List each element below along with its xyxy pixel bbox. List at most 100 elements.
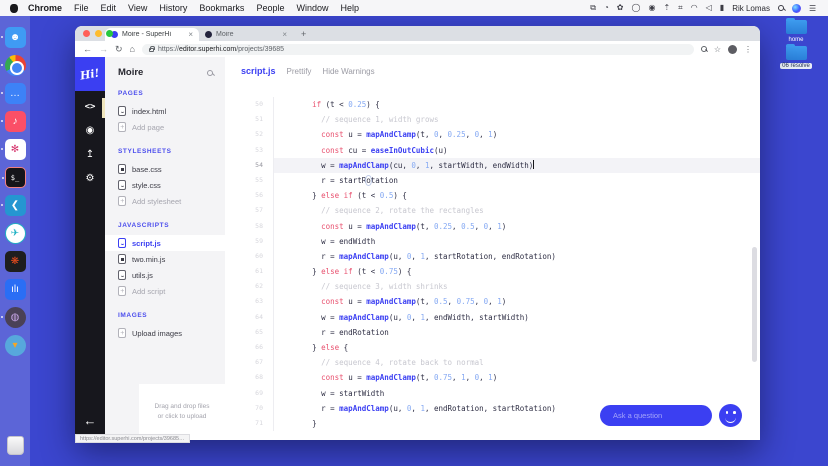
code-text[interactable]: r = startRotation (273, 172, 760, 189)
code-line[interactable]: 51 // sequence 1, width grows (225, 112, 760, 128)
home-button[interactable]: ⌂ (130, 44, 135, 54)
code-text[interactable]: } else { (273, 340, 760, 356)
scrollbar-thumb[interactable] (752, 247, 757, 362)
dock-item-figma[interactable]: ❋ (4, 251, 26, 272)
code-line[interactable]: 68 const u = mapAndClamp(t, 0.75, 1, 0, … (225, 370, 760, 386)
code-text[interactable]: // sequence 4, rotate back to normal (273, 355, 760, 371)
back-button[interactable]: ← (75, 413, 105, 428)
code-line[interactable]: 54 w = mapAndClamp(cu, 0, 1, startWidth,… (225, 157, 760, 173)
file-item[interactable]: two.min.js (118, 251, 225, 267)
menu-item[interactable]: Bookmarks (199, 3, 244, 13)
ask-question-button[interactable]: Ask a question (600, 405, 712, 426)
minimize-window-button[interactable] (94, 30, 102, 37)
folder-icon[interactable] (785, 43, 807, 60)
upload-dropzone[interactable]: Drag and drop files or click to upload (139, 384, 225, 440)
code-text[interactable]: } else if (t < 0.5) { (273, 188, 760, 204)
code-text[interactable]: const u = mapAndClamp(t, 0, 0.25, 0, 1) (273, 127, 760, 143)
folder-label[interactable]: home (788, 37, 803, 43)
code-line[interactable]: 59 w = endWidth (225, 233, 760, 249)
rail-item-settings-view[interactable]: ⚙ (75, 173, 105, 184)
code-line[interactable]: 61 } else if (t < 0.75) { (225, 264, 760, 280)
code-text[interactable]: w = endWidth (273, 233, 760, 249)
battery-icon[interactable]: ▮ (720, 3, 724, 13)
volume-icon[interactable]: ◁ (706, 3, 712, 13)
app-status-icon[interactable]: ◯ (632, 3, 641, 13)
forward-nav-button[interactable]: → (99, 44, 108, 54)
add-item-button[interactable]: Add page (118, 119, 225, 135)
dock-item-messages[interactable]: … (0, 83, 26, 104)
dock-item-intercom[interactable]: ılı (4, 279, 26, 300)
dock-item-finder[interactable]: ☻ (0, 27, 26, 48)
code-text[interactable]: // sequence 3, width shrinks (273, 279, 760, 295)
file-item[interactable]: script.js (105, 235, 225, 251)
code-line[interactable]: 53 const cu = easeInOutCubic(u) (225, 142, 760, 158)
new-tab-button[interactable]: + (301, 29, 306, 41)
apple-menu-icon[interactable] (10, 3, 18, 13)
code-text[interactable]: const u = mapAndClamp(t, 0.75, 1, 0, 1) (273, 370, 760, 386)
code-line[interactable]: 64 w = mapAndClamp(u, 0, 1, endWidth, st… (225, 309, 760, 325)
browser-tab[interactable]: Moire × (199, 28, 293, 41)
code-text[interactable]: if (t < 0.25) { (273, 97, 760, 113)
code-line[interactable]: 67 // sequence 4, rotate back to normal (225, 355, 760, 371)
code-text[interactable]: r = endRotation (273, 324, 760, 340)
prettify-button[interactable]: Prettify (287, 67, 312, 76)
code-text[interactable]: w = mapAndClamp(u, 0, 1, endWidth, start… (273, 309, 760, 325)
code-line[interactable]: 50 if (t < 0.25) { (225, 97, 760, 113)
wifi-icon[interactable]: ◠ (691, 3, 698, 13)
code-text[interactable]: w = mapAndClamp(cu, 0, 1, startWidth, en… (273, 157, 760, 173)
spotlight-icon[interactable] (778, 5, 784, 11)
keyboard-brightness-icon[interactable]: ⇡ (663, 3, 670, 13)
grammarly-icon[interactable]: ✿ (617, 3, 624, 13)
code-line[interactable]: 63 const u = mapAndClamp(t, 0.5, 0.75, 0… (225, 294, 760, 310)
tab-close-icon[interactable]: × (282, 30, 287, 39)
screen-mirroring-icon[interactable]: ⧉ (590, 3, 596, 13)
code-line[interactable]: 66 } else { (225, 340, 760, 356)
code-area[interactable]: 50 if (t < 0.25) {51 // sequence 1, widt… (225, 85, 760, 440)
browser-tab[interactable]: Moire - SuperHi × (105, 28, 199, 41)
folder-label[interactable]: 06 resolve (780, 63, 812, 69)
code-line[interactable]: 52 const u = mapAndClamp(t, 0, 0.25, 0, … (225, 127, 760, 143)
rail-item-publish-view[interactable]: ↥ (75, 149, 105, 160)
address-bar[interactable]: https://editor.superhi.com/projects/3968… (141, 43, 694, 55)
user-name[interactable]: Rik Lomas (732, 4, 770, 13)
code-line[interactable]: 55 r = startRotation (225, 172, 760, 189)
menu-item[interactable]: People (256, 3, 284, 13)
code-line[interactable]: 65 r = endRotation (225, 324, 760, 340)
folder-icon[interactable] (785, 17, 807, 34)
code-line[interactable]: 58 const u = mapAndClamp(t, 0.25, 0.5, 0… (225, 218, 760, 234)
add-item-button[interactable]: Upload images (118, 325, 225, 341)
dock-item-chrome[interactable] (0, 55, 26, 76)
url-text[interactable]: https://editor.superhi.com/projects/3968… (158, 46, 284, 53)
dock-item-code-app[interactable]: ❮ (0, 195, 26, 216)
code-text[interactable]: const cu = easeInOutCubic(u) (273, 142, 760, 158)
close-window-button[interactable] (83, 30, 90, 37)
code-text[interactable]: // sequence 1, width grows (273, 112, 760, 128)
code-line[interactable]: 57 // sequence 2, rotate the rectangles (225, 203, 760, 219)
help-smiley-button[interactable] (719, 404, 742, 427)
superhi-logo[interactable]: Hi! (75, 57, 105, 91)
bookmark-star-icon[interactable]: ☆ (714, 45, 721, 54)
menu-item[interactable]: History (159, 3, 187, 13)
tab-close-icon[interactable]: × (188, 30, 193, 39)
menu-item[interactable]: View (128, 3, 147, 13)
record-icon[interactable]: ◉ (648, 3, 655, 13)
menu-item[interactable]: File (74, 3, 89, 13)
back-nav-button[interactable]: ← (83, 44, 92, 54)
dock-item-terminal[interactable]: $_ (1, 167, 26, 188)
code-text[interactable]: const u = mapAndClamp(t, 0.5, 0.75, 0, 1… (273, 294, 760, 310)
file-item[interactable]: utils.js (118, 267, 225, 283)
add-item-button[interactable]: Add script (118, 283, 225, 299)
zoom-window-button[interactable] (106, 30, 113, 37)
menu-item[interactable]: Window (296, 3, 328, 13)
dock-item-trash[interactable] (5, 435, 26, 456)
code-line[interactable]: 60 r = mapAndClamp(u, 0, 1, startRotatio… (225, 248, 760, 265)
menu-item[interactable]: Chrome (28, 3, 62, 13)
rail-item-preview-view[interactable]: ◉ (75, 125, 105, 136)
code-line[interactable]: 69 w = startWidth (225, 385, 760, 401)
time-machine-icon[interactable]: ◔ (604, 3, 609, 13)
notification-center-icon[interactable]: ☰ (809, 4, 818, 13)
browser-menu-icon[interactable]: ⋮ (744, 45, 752, 54)
zoom-page-icon[interactable] (700, 46, 707, 52)
dock-item-sphere-app[interactable]: ◍ (0, 307, 26, 328)
file-item[interactable]: index.html (118, 103, 225, 119)
